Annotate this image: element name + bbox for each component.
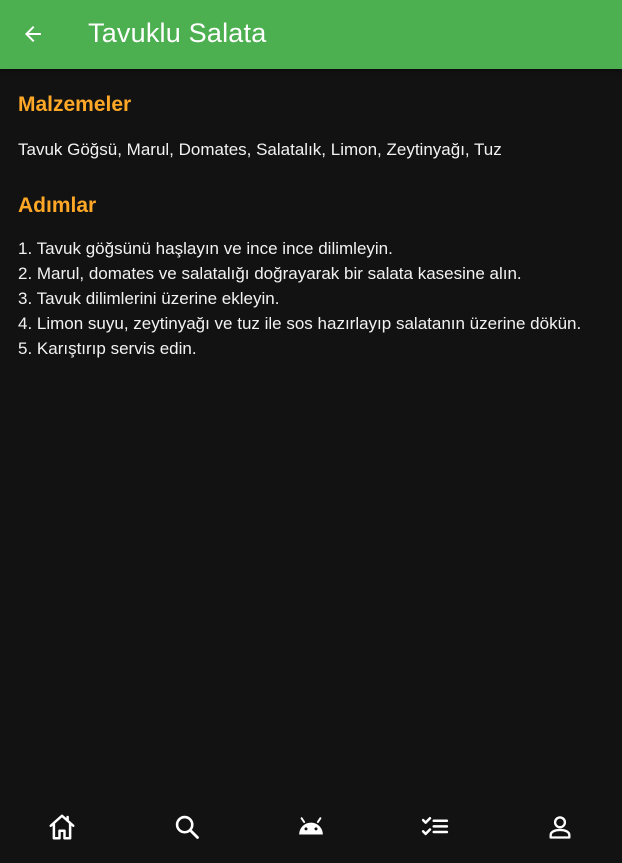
nav-profile[interactable]: [498, 791, 622, 863]
arrow-left-icon: [25, 26, 41, 42]
step-item: 3. Tavuk dilimlerini üzerine ekleyin.: [18, 289, 280, 308]
steps-list: 1. Tavuk göğsünü haşlayın ve ince ince d…: [18, 236, 604, 361]
nav-search[interactable]: [124, 791, 248, 863]
nav-android[interactable]: [249, 791, 373, 863]
checklist-icon: [422, 817, 449, 836]
ingredients-text: Tavuk Göğsü, Marul, Domates, Salatalık, …: [18, 140, 502, 159]
app-bar: Tavuklu Salata: [0, 0, 622, 69]
android-icon: [299, 817, 323, 835]
recipe-content: Malzemeler Tavuk Göğsü, Marul, Domates, …: [18, 90, 604, 361]
ingredients-heading: Malzemeler: [18, 93, 132, 116]
recipe-screen: Tavuklu Salata Malzemeler Tavuk Göğsü, M…: [0, 0, 622, 863]
nav-checklist[interactable]: [373, 791, 497, 863]
person-icon: [549, 816, 571, 839]
home-icon: [49, 814, 75, 840]
step-item: 4. Limon suyu, zeytinyağı ve tuz ile sos…: [18, 314, 582, 333]
step-item: 2. Marul, domates ve salatalığı doğrayar…: [18, 264, 522, 283]
page-title: Tavuklu Salata: [88, 18, 267, 48]
search-icon: [175, 815, 199, 839]
steps-heading: Adımlar: [18, 194, 97, 217]
back-button[interactable]: [14, 16, 52, 52]
bottom-navigation: [0, 791, 622, 863]
nav-home[interactable]: [0, 791, 124, 863]
step-item: 5. Karıştırıp servis edin.: [18, 339, 197, 358]
step-item: 1. Tavuk göğsünü haşlayın ve ince ince d…: [18, 239, 393, 258]
